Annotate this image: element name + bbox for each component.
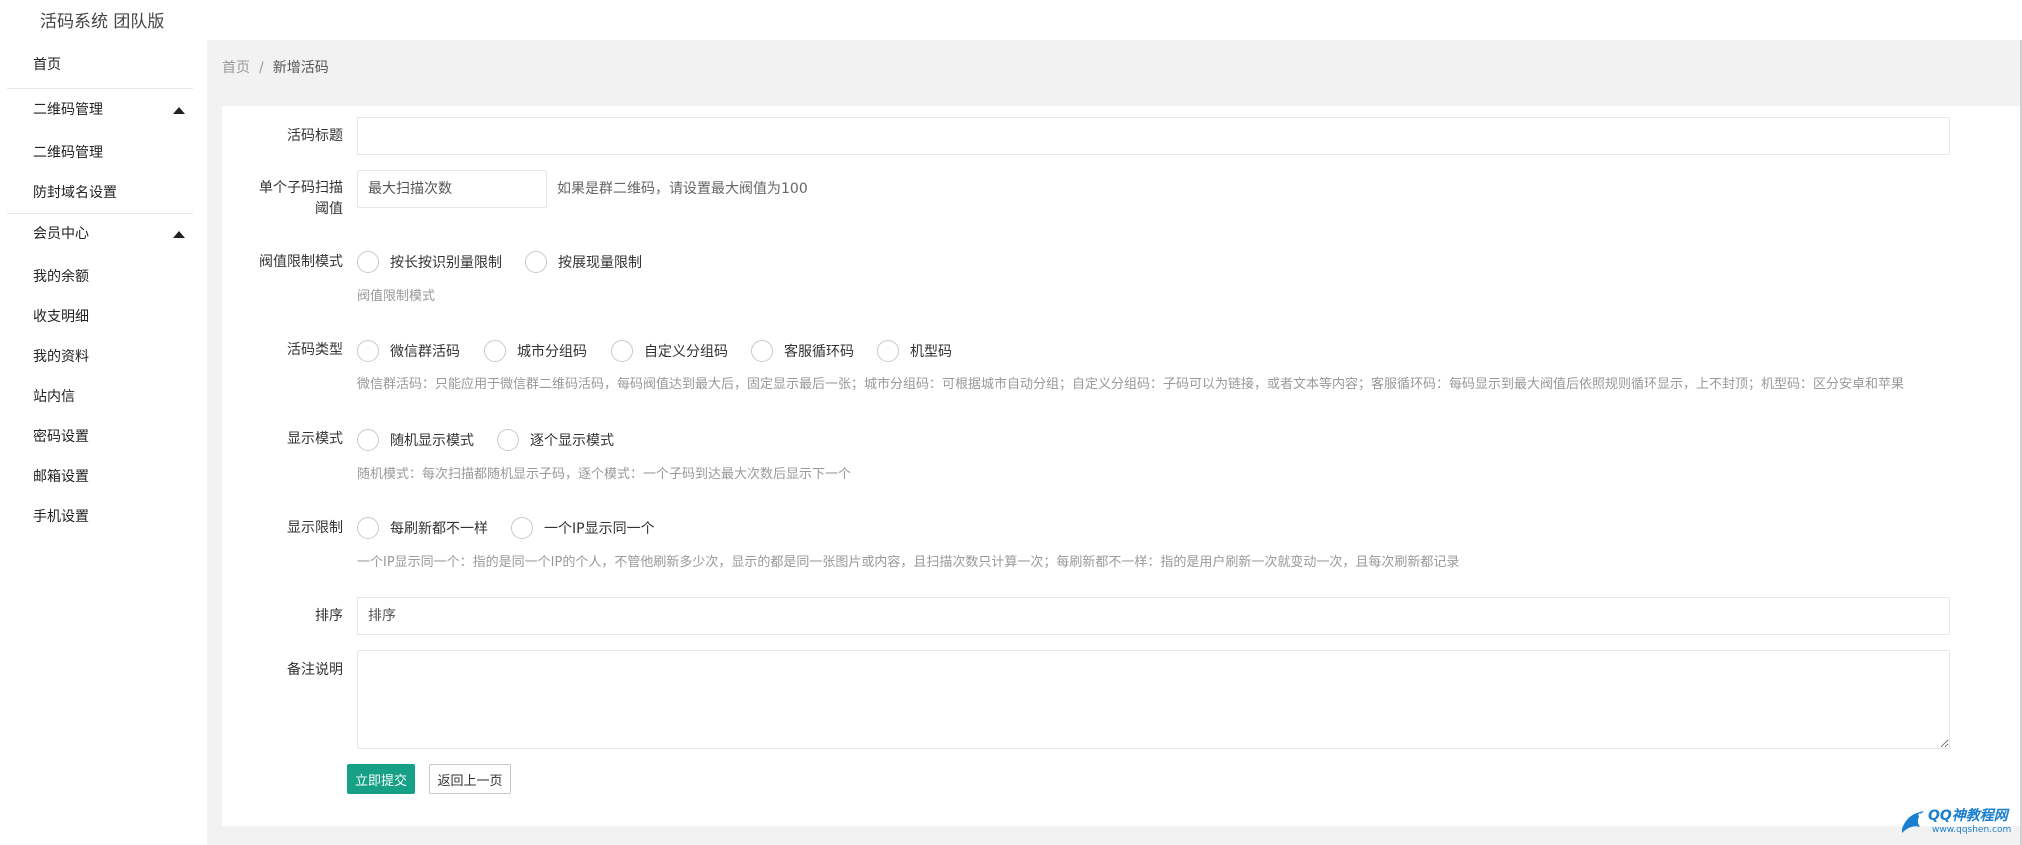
radio-label: 一个IP显示同一个	[544, 521, 655, 537]
radio-label: 按长按识别量限制	[390, 255, 502, 271]
radio-display-sequential[interactable]: 逐个显示模式	[497, 428, 614, 452]
sidebar-item-messages[interactable]: 站内信	[5, 377, 205, 417]
sidebar-item-email[interactable]: 邮箱设置	[5, 457, 205, 497]
sidebar-item-transactions[interactable]: 收支明细	[5, 297, 205, 337]
watermark-text: QQ神教程网	[1928, 808, 2008, 824]
display-mode-tip: 随机模式：每次扫描都随机显示子码，逐个模式：一个子码到达最大次数后显示下一个	[357, 467, 852, 482]
radio-circle-icon	[611, 340, 633, 362]
sidebar-item-label: 会员中心	[33, 226, 89, 242]
radio-label: 随机显示模式	[390, 433, 474, 449]
radio-circle-icon	[525, 251, 547, 273]
radio-circle-icon	[497, 429, 519, 451]
sidebar-item-profile[interactable]: 我的资料	[5, 337, 205, 377]
radio-type-device[interactable]: 机型码	[877, 339, 952, 363]
sort-input[interactable]	[357, 597, 1950, 635]
radio-label: 每刷新都不一样	[390, 521, 488, 537]
threshold-label-line1: 单个子码扫描	[259, 180, 343, 196]
radio-circle-icon	[511, 517, 533, 539]
code-type-label: 活码类型	[287, 342, 343, 358]
radio-circle-icon	[357, 251, 379, 273]
radio-type-wechat-group[interactable]: 微信群活码	[357, 339, 460, 363]
sidebar-item-label: 防封域名设置	[33, 185, 117, 201]
sidebar-item-label: 密码设置	[33, 429, 89, 445]
radio-type-custom[interactable]: 自定义分组码	[611, 339, 728, 363]
threshold-input[interactable]	[357, 170, 547, 208]
threshold-aux-text: 如果是群二维码，请设置最大阀值为100	[557, 181, 808, 197]
dragon-logo-icon	[1902, 811, 1924, 833]
radio-type-service-loop[interactable]: 客服循环码	[751, 339, 854, 363]
sidebar-item-label: 二维码管理	[33, 102, 103, 118]
sidebar: 首页 二维码管理 二维码管理 防封域名设置 会员中心 我的余额 收支明细 我的资…	[5, 40, 205, 845]
radio-limit-per-ip[interactable]: 一个IP显示同一个	[511, 516, 655, 540]
watermark-subtext: www.qqshen.com	[1932, 825, 2012, 835]
sidebar-item-label: 手机设置	[33, 509, 89, 525]
radio-limit-per-refresh[interactable]: 每刷新都不一样	[357, 516, 488, 540]
radio-circle-icon	[484, 340, 506, 362]
sort-label: 排序	[315, 608, 343, 624]
sidebar-group-member[interactable]: 会员中心	[5, 214, 205, 254]
breadcrumb: 首页 / 新增活码	[222, 57, 329, 77]
radio-limit-longpress[interactable]: 按长按识别量限制	[357, 250, 502, 274]
radio-limit-impressions[interactable]: 按展现量限制	[525, 250, 642, 274]
sidebar-item-label: 站内信	[33, 389, 75, 405]
radio-label: 按展现量限制	[558, 255, 642, 271]
sidebar-item-label: 我的资料	[33, 349, 89, 365]
sidebar-item-label: 邮箱设置	[33, 469, 89, 485]
display-mode-label: 显示模式	[287, 431, 343, 447]
radio-label: 微信群活码	[390, 344, 460, 360]
sidebar-item-qrcode-manage[interactable]: 二维码管理	[5, 133, 205, 173]
sidebar-item-phone[interactable]: 手机设置	[5, 497, 205, 537]
limit-mode-tip: 阀值限制模式	[357, 289, 436, 304]
sidebar-item-label: 我的余额	[33, 269, 89, 285]
remark-textarea[interactable]	[357, 650, 1950, 749]
watermark-logo: QQ神教程网 www.qqshen.com	[1898, 805, 2018, 839]
radio-type-city[interactable]: 城市分组码	[484, 339, 587, 363]
radio-circle-icon	[357, 340, 379, 362]
sidebar-item-label: 收支明细	[33, 309, 89, 325]
radio-label: 客服循环码	[784, 344, 854, 360]
breadcrumb-separator: /	[259, 60, 264, 76]
display-limit-tip: 一个IP显示同一个：指的是同一个IP的个人，不管他刷新多少次，显示的都是同一张图…	[357, 555, 1460, 570]
display-limit-label: 显示限制	[287, 520, 343, 536]
radio-circle-icon	[357, 429, 379, 451]
remark-label: 备注说明	[287, 662, 343, 678]
sidebar-divider	[7, 88, 193, 89]
breadcrumb-home-link[interactable]: 首页	[222, 60, 250, 76]
radio-circle-icon	[877, 340, 899, 362]
submit-button[interactable]: 立即提交	[347, 764, 415, 794]
radio-label: 自定义分组码	[644, 344, 728, 360]
top-bar: 活码系统 团队版	[0, 0, 2022, 40]
app-title: 活码系统 团队版	[40, 12, 165, 32]
sidebar-item-password[interactable]: 密码设置	[5, 417, 205, 457]
sidebar-item-label: 二维码管理	[33, 145, 103, 161]
sidebar-item-domain-settings[interactable]: 防封域名设置	[5, 173, 205, 213]
code-type-tip: 微信群活码：只能应用于微信群二维码活码，每码阀值达到最大后，固定显示最后一张；城…	[357, 377, 1905, 392]
sidebar-group-qrcode[interactable]: 二维码管理	[5, 90, 205, 130]
caret-up-icon	[173, 107, 185, 114]
radio-label: 逐个显示模式	[530, 433, 614, 449]
breadcrumb-current: 新增活码	[272, 60, 329, 76]
title-label: 活码标题	[287, 128, 343, 144]
sidebar-item-balance[interactable]: 我的余额	[5, 257, 205, 297]
radio-circle-icon	[751, 340, 773, 362]
sidebar-item-home[interactable]: 首页	[5, 45, 205, 85]
radio-label: 机型码	[910, 344, 952, 360]
sidebar-item-label: 首页	[33, 57, 61, 73]
radio-circle-icon	[357, 517, 379, 539]
radio-label: 城市分组码	[517, 344, 587, 360]
back-button[interactable]: 返回上一页	[429, 764, 511, 794]
title-input[interactable]	[357, 117, 1950, 155]
limit-mode-label: 阀值限制模式	[259, 254, 343, 270]
threshold-label-line2: 阈值	[315, 201, 343, 217]
radio-display-random[interactable]: 随机显示模式	[357, 428, 474, 452]
caret-up-icon	[173, 231, 185, 238]
